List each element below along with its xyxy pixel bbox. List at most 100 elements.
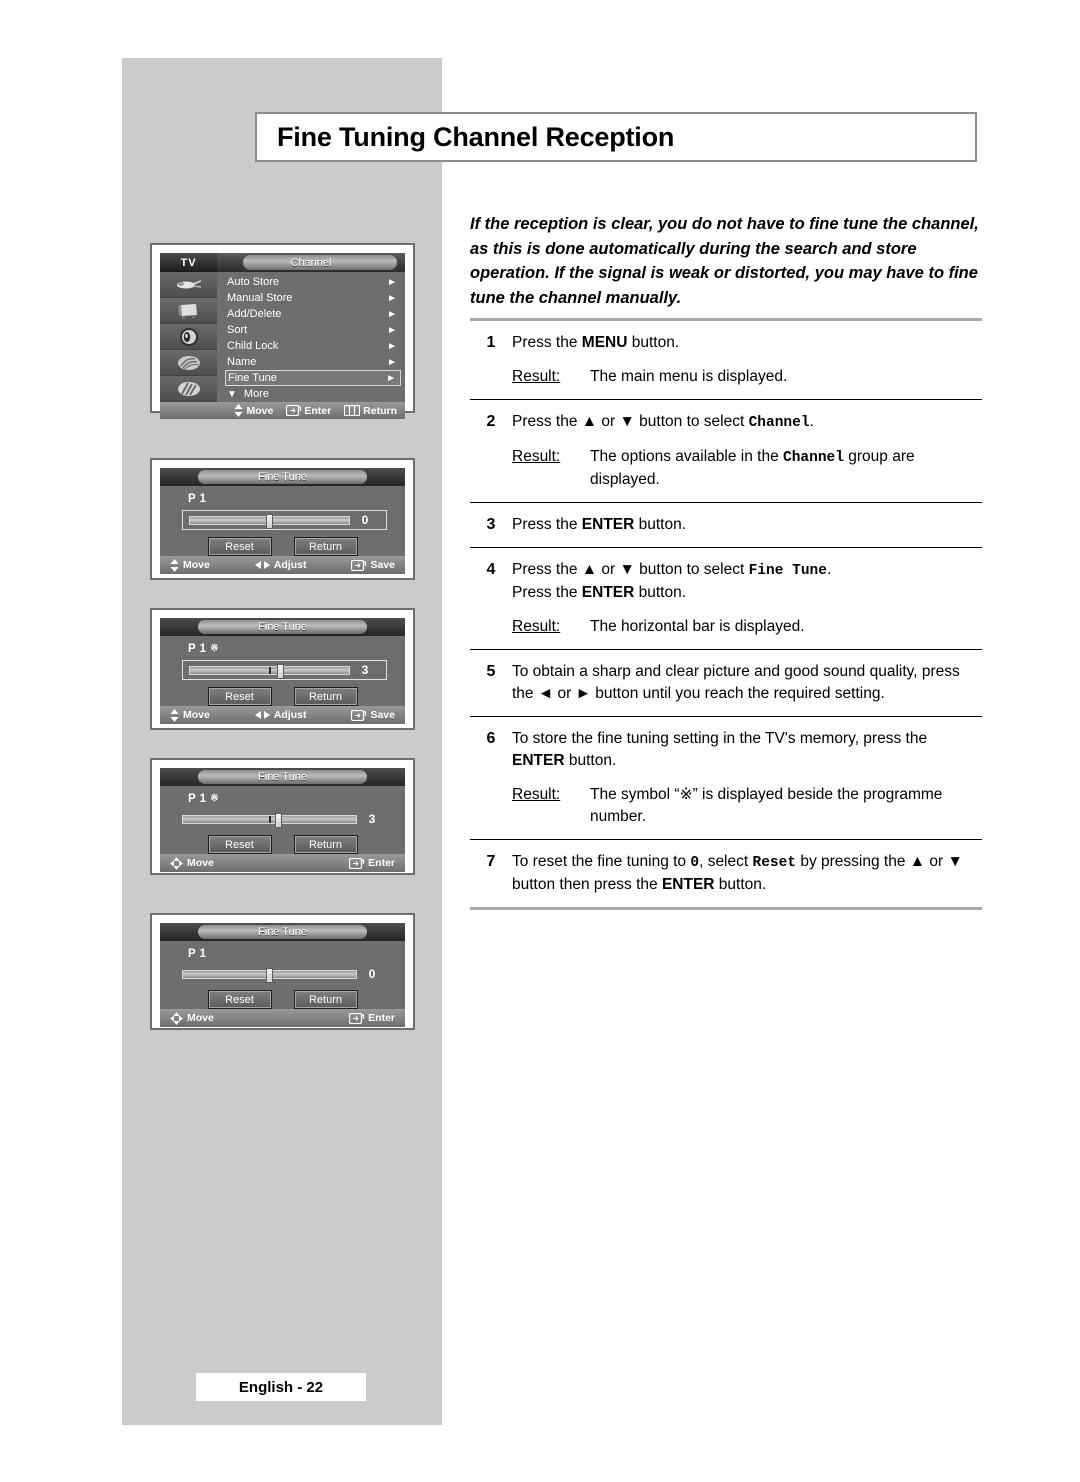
reset-button[interactable]: Reset [207,537,272,556]
updown-arrows-icon [170,558,179,572]
osd-fine-tune-2: Fine Tune P 1 ※ 3 Reset Return Move Adju… [160,618,405,724]
menu-item-more[interactable]: ▼ More [225,386,401,402]
menu-item-name[interactable]: Name ► [225,354,401,370]
step-text: To reset the fine tuning to [512,853,691,870]
fine-tune-slider[interactable] [182,812,357,828]
step-body: Press the ENTER button. [512,514,982,536]
menu-item-label: Add/Delete [227,308,282,320]
step-6: 6 To store the fine tuning setting in th… [470,717,982,839]
programme-label: P 1 [188,493,405,505]
step-text: Press the ▲ or ▼ button to select [512,413,749,430]
hint-label: Adjust [273,559,307,571]
step-line-2: Press the ENTER button. [512,582,982,604]
step-4: 4 Press the ▲ or ▼ button to select Fine… [470,548,982,649]
osd-title-bar: Channel [217,253,405,272]
slider-knob[interactable] [266,967,273,983]
channel-icon[interactable] [160,350,217,376]
reset-button[interactable]: Reset [207,835,272,854]
mono-zero: 0 [690,855,700,871]
step-line: To obtain a sharp and clear picture and … [512,663,960,702]
osd-buttons: Reset Return [160,537,405,556]
programme-label: P 1 ※ [188,793,405,805]
step-text: To store the fine tuning setting in the … [512,730,928,747]
slider-knob[interactable] [266,513,273,529]
return-button[interactable]: Return [293,990,358,1009]
updown-arrows-icon [170,708,179,722]
hint-move: Move [170,558,210,572]
hint-enter: Enter [286,405,331,417]
page-footer: English - 22 [196,1373,366,1401]
step-text: Press the [512,334,582,351]
menu-item-label: Name [227,356,257,368]
hint-label: Enter [368,1012,395,1024]
programme-number: P 1 [188,643,207,655]
return-button[interactable]: Return [293,687,358,706]
osd-icon-column [160,272,217,402]
osd-title-bar: Fine Tune [160,618,405,636]
hint-move: Move [170,708,210,722]
step-text-tail: button. [634,584,687,601]
step-text-tail: . [809,413,814,430]
osd-footer-bar: Move Adjust Save [160,706,405,724]
menu-item-auto-store[interactable]: Auto Store ► [225,274,401,290]
picture-icon[interactable] [160,298,217,324]
osd-title: Fine Tune [258,621,307,633]
hint-move: Move [170,1011,214,1025]
fine-tune-slider[interactable] [189,663,350,679]
intro-paragraph: If the reception is clear, you do not ha… [470,215,979,307]
enter-key-icon [349,857,365,869]
slider-center-tick [268,666,271,674]
result-row: Result: The horizontal bar is displayed. [512,616,982,638]
chevron-right-icon: ► [386,372,396,384]
osd-footer-bar: Move Enter [160,1009,405,1027]
slider-center-tick [268,815,271,823]
hint-label: Move [183,709,210,721]
figure-fine-tune-4: Fine Tune P 1 0 Reset Return Move Enter [150,913,415,1030]
kbd-menu: MENU [581,334,628,351]
setup-icon[interactable] [160,376,217,402]
hint-label: Save [370,559,395,571]
enter-key-icon [286,405,302,416]
fine-tune-value: 3 [368,812,376,826]
fine-tune-slider[interactable] [182,967,357,983]
menu-item-manual-store[interactable]: Manual Store ► [225,290,401,306]
antenna-icon[interactable] [160,272,217,298]
hint-save: Save [351,709,395,721]
hint-move: Move [234,404,273,417]
osd-buttons: Reset Return [160,687,405,706]
osd-footer-bar: Move Adjust Save [160,556,405,574]
step-line: Press the ▲ or ▼ button to select Fine T… [512,559,982,582]
menu-item-sort[interactable]: Sort ► [225,322,401,338]
menu-item-fine-tune[interactable]: Fine Tune ► [225,370,401,386]
menu-item-add-delete[interactable]: Add/Delete ► [225,306,401,322]
slider-knob[interactable] [274,812,282,828]
hint-label: Move [187,1012,214,1024]
reset-button[interactable]: Reset [207,687,272,706]
return-button[interactable]: Return [293,835,358,854]
osd-title: Fine Tune [258,471,307,483]
fine-tune-slider[interactable] [189,513,350,529]
menu-item-child-lock[interactable]: Child Lock ► [225,338,401,354]
result-text: The symbol “※” is displayed beside the p… [590,786,943,825]
osd-footer-bar: Move Enter [160,854,405,872]
fine-tune-value: 0 [368,967,376,981]
osd-body: P 1 ※ 3 Reset Return [160,786,405,854]
sound-icon[interactable] [160,324,217,350]
hint-label: Enter [304,404,332,417]
dpad-arrows-icon [170,856,183,870]
hint-label: Enter [368,857,395,869]
reset-button[interactable]: Reset [207,990,272,1009]
step-line: To store the fine tuning setting in the … [512,728,982,772]
slider-knob[interactable] [277,663,285,679]
step-line: Press the ▲ or ▼ button to select Channe… [512,411,982,434]
osd-body: P 1 0 Reset Return [160,486,405,556]
figure-fine-tune-3: Fine Tune P 1 ※ 3 Reset Return Move Ente… [150,758,415,875]
steps-list: 1 Press the MENU button. Result: The mai… [470,318,982,910]
dpad-arrows-icon [170,1011,183,1025]
chevron-right-icon: ► [387,292,397,304]
return-button[interactable]: Return [293,537,358,556]
chevron-down-icon: ▼ [227,388,237,400]
fine-tune-value: 0 [361,513,369,527]
mono-fine-tune: Fine Tune [748,563,827,579]
programme-number: P 1 [188,493,207,505]
